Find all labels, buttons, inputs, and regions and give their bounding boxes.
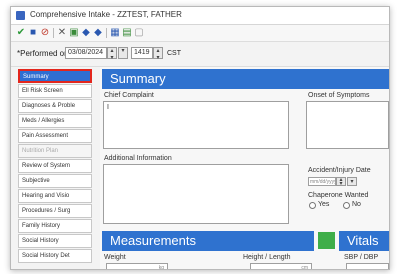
next-icon[interactable]: ◆	[93, 28, 103, 38]
sidebar-item-pain-assessment[interactable]: Pain Assessment	[18, 129, 92, 143]
summary-header: Summary	[102, 69, 389, 89]
accident-calendar-icon[interactable]: ▾	[347, 177, 357, 186]
vitals-header: Vitals	[339, 231, 389, 251]
sidebar-item-social-history-detail[interactable]: Social History Det	[18, 249, 92, 263]
sidebar-item-nutrition-plan[interactable]: Nutrition Plan	[18, 144, 92, 158]
toolbar: ✔ ■ ⊘ ✕ ▣ ◆ ◆ ▦ ▤ ▢	[11, 25, 389, 42]
onset-of-symptoms-textarea[interactable]	[306, 101, 389, 149]
chief-complaint-value: I	[107, 104, 109, 111]
sidebar-item-hearing-vision[interactable]: Hearing and Visio	[18, 189, 92, 203]
checkmark-icon[interactable]: ✔	[16, 28, 26, 38]
accident-date-input[interactable]: mm/dd/yyyy	[308, 177, 336, 186]
performed-time-input[interactable]: 1419	[131, 47, 153, 59]
accident-date-label: Accident/Injury Date	[308, 167, 371, 174]
calendar-dropdown-icon[interactable]: ▾	[118, 47, 128, 59]
accident-date-spinner[interactable]: ▴ ▾	[336, 177, 346, 187]
performed-date-input[interactable]: 03/08/2024	[65, 47, 107, 59]
document-icon[interactable]: ▣	[69, 28, 79, 38]
weight-unit: kg	[158, 265, 164, 270]
performed-on-row: *Performed on: 03/08/2024 ▴ ▾ ▾ 1419 ▴ ▾ C…	[11, 42, 389, 67]
toolbar-separator	[106, 28, 107, 38]
chaperone-label: Chaperone Wanted	[308, 192, 369, 199]
weight-label: Weight	[104, 254, 126, 261]
weight-input[interactable]: kg	[106, 263, 168, 270]
measurements-header: Measurements	[102, 231, 314, 251]
height-unit: cm	[301, 265, 308, 270]
chaperone-yes-label: Yes	[318, 201, 330, 208]
performed-on-label: *Performed on:	[17, 49, 71, 58]
chaperone-yes-radio[interactable]	[309, 202, 316, 209]
window-title: Comprehensive Intake - ZZTEST, FATHER	[30, 10, 182, 19]
sidebar-item-social-history[interactable]: Social History	[18, 234, 92, 248]
sidebar-item-family-history[interactable]: Family History	[18, 219, 92, 233]
sidebar-item-subjective[interactable]: Subjective	[18, 174, 92, 188]
cancel-icon[interactable]: ⊘	[40, 28, 50, 38]
sidebar-item-summary[interactable]: Summary	[18, 69, 92, 83]
chaperone-no-label: No	[352, 201, 361, 208]
chief-complaint-label: Chief Complaint	[104, 92, 154, 99]
time-spinner[interactable]: ▴ ▾	[153, 47, 163, 61]
height-input[interactable]: cm	[250, 263, 312, 270]
sidebar-item-review-of-systems[interactable]: Review of System	[18, 159, 92, 173]
sidebar-item-meds-allergies[interactable]: Meds / Allergies	[18, 114, 92, 128]
calendar-icon[interactable]: ▤	[122, 28, 132, 38]
tools-icon[interactable]: ✕	[57, 28, 67, 38]
app-window: Comprehensive Intake - ZZTEST, FATHER ✔ …	[10, 6, 390, 270]
save-icon[interactable]: ■	[28, 28, 38, 38]
timezone-label: CST	[167, 50, 181, 57]
previous-icon[interactable]: ◆	[81, 28, 91, 38]
title-bar: Comprehensive Intake - ZZTEST, FATHER	[11, 7, 389, 25]
sidebar-item-ell-risk-screen[interactable]: Ell Risk Screen	[18, 84, 92, 98]
sidebar-item-diagnoses[interactable]: Diagnoses & Proble	[18, 99, 92, 113]
app-icon	[16, 11, 25, 20]
status-indicator	[318, 232, 335, 249]
print-icon[interactable]: ▢	[134, 28, 144, 38]
sidebar-item-procedures[interactable]: Procedures / Surg	[18, 204, 92, 218]
additional-info-label: Additional Information	[104, 155, 172, 162]
date-spinner[interactable]: ▴ ▾	[107, 47, 117, 61]
chief-complaint-textarea[interactable]: I	[103, 101, 289, 149]
height-length-label: Height / Length	[243, 254, 291, 261]
onset-of-symptoms-label: Onset of Symptoms	[308, 92, 370, 99]
main-content: Summary Chief Complaint I Onset of Sympt…	[100, 67, 389, 269]
chaperone-no-radio[interactable]	[343, 202, 350, 209]
additional-info-textarea[interactable]	[103, 164, 289, 224]
sbp-input[interactable]	[346, 263, 389, 269]
grid-icon[interactable]: ▦	[110, 28, 120, 38]
sbp-dbp-label: SBP / DBP	[344, 254, 379, 261]
sidebar: Summary Ell Risk Screen Diagnoses & Prob…	[14, 67, 96, 269]
toolbar-separator	[53, 28, 54, 38]
